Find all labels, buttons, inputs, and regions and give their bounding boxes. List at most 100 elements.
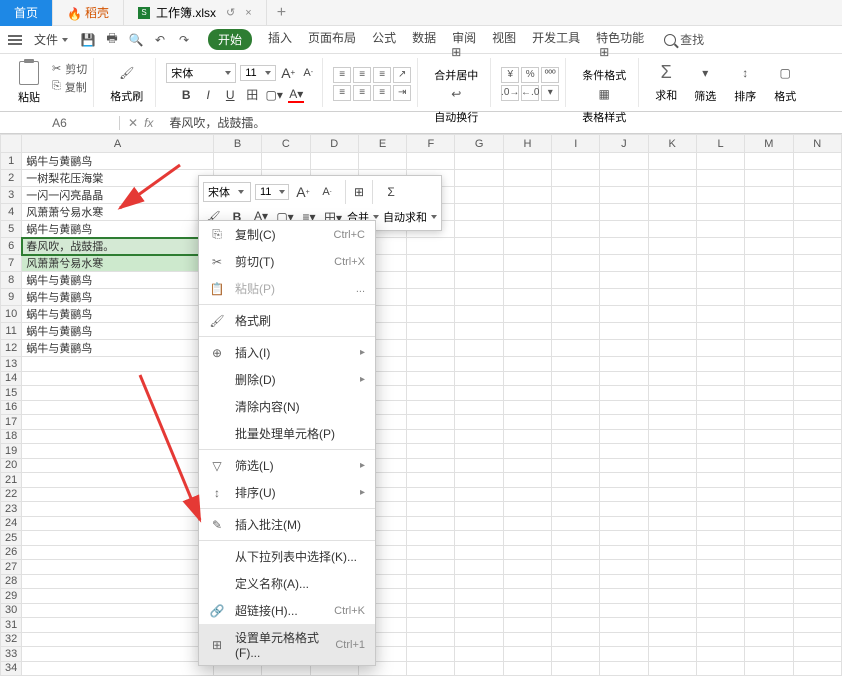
cell[interactable]	[552, 632, 600, 647]
cell[interactable]	[648, 618, 696, 633]
preview-icon[interactable]: 🔍	[128, 32, 144, 48]
cell[interactable]	[407, 560, 455, 575]
cell[interactable]	[696, 473, 744, 488]
cell[interactable]: 蜗牛与黄鹂鸟	[22, 323, 214, 340]
cell[interactable]	[503, 323, 551, 340]
cell[interactable]	[696, 545, 744, 560]
cell[interactable]	[503, 618, 551, 633]
cell[interactable]	[745, 153, 793, 170]
currency-icon[interactable]: ¥	[501, 67, 519, 83]
cell[interactable]	[745, 357, 793, 372]
cell[interactable]	[503, 502, 551, 517]
cell[interactable]	[793, 187, 841, 204]
cell[interactable]	[648, 545, 696, 560]
cell[interactable]	[552, 238, 600, 255]
col-header-a[interactable]: A	[22, 135, 214, 153]
cell[interactable]	[552, 323, 600, 340]
cell[interactable]	[552, 289, 600, 306]
tab-daoke[interactable]: 🔥 稻壳	[53, 0, 124, 26]
cell[interactable]	[455, 444, 503, 459]
bold-button[interactable]: B	[178, 87, 194, 103]
cell[interactable]	[407, 386, 455, 401]
cell[interactable]	[793, 400, 841, 415]
row-header[interactable]: 9	[1, 289, 22, 306]
cell[interactable]	[793, 603, 841, 618]
cell[interactable]	[22, 545, 214, 560]
format-button[interactable]: ▢ 格式	[767, 62, 803, 104]
cell[interactable]	[648, 153, 696, 170]
cell[interactable]	[600, 632, 648, 647]
cell[interactable]	[696, 386, 744, 401]
cell[interactable]	[22, 473, 214, 488]
font-name-select[interactable]: 宋体	[166, 63, 236, 83]
menu-insert[interactable]: ⊕ 插入(I) ▸	[199, 339, 375, 366]
cell[interactable]	[407, 589, 455, 604]
italic-button[interactable]: I	[200, 87, 216, 103]
cell[interactable]	[696, 574, 744, 589]
cell[interactable]	[552, 603, 600, 618]
menu-from-dropdown[interactable]: 从下拉列表中选择(K)...	[199, 543, 375, 570]
cell[interactable]	[552, 221, 600, 238]
align-right-icon[interactable]: ≡	[373, 85, 391, 101]
decimal-inc-icon[interactable]: .0→	[501, 85, 519, 101]
font-size-select[interactable]: 11	[240, 65, 276, 81]
cell[interactable]	[552, 272, 600, 289]
cell[interactable]	[696, 371, 744, 386]
cell[interactable]	[793, 618, 841, 633]
cell[interactable]	[552, 502, 600, 517]
cell[interactable]	[455, 340, 503, 357]
cell[interactable]	[600, 340, 648, 357]
cell[interactable]	[696, 204, 744, 221]
row-header[interactable]: 10	[1, 306, 22, 323]
menu-define-name[interactable]: 定义名称(A)...	[199, 570, 375, 597]
cell[interactable]	[22, 386, 214, 401]
row-header[interactable]: 24	[1, 516, 22, 531]
cell[interactable]	[745, 647, 793, 662]
cell[interactable]	[455, 371, 503, 386]
cell[interactable]	[745, 371, 793, 386]
cell[interactable]	[503, 306, 551, 323]
cell[interactable]	[648, 371, 696, 386]
row-header[interactable]: 4	[1, 204, 22, 221]
cell[interactable]	[793, 340, 841, 357]
cell[interactable]	[552, 400, 600, 415]
cell[interactable]	[600, 170, 648, 187]
row-header[interactable]: 6	[1, 238, 22, 255]
mini-merge-button[interactable]: ⊞	[354, 183, 364, 201]
cell[interactable]	[648, 603, 696, 618]
sort-button[interactable]: ↕ 排序	[727, 62, 763, 104]
paste-button[interactable]: 粘贴	[12, 61, 46, 105]
comma-icon[interactable]: ººº	[541, 67, 559, 83]
cell[interactable]	[648, 516, 696, 531]
cell[interactable]	[552, 340, 600, 357]
cell[interactable]	[600, 306, 648, 323]
cell[interactable]	[455, 386, 503, 401]
row-header[interactable]: 23	[1, 502, 22, 517]
cell[interactable]	[696, 255, 744, 272]
cell[interactable]	[793, 289, 841, 306]
cell[interactable]	[407, 306, 455, 323]
cell[interactable]	[552, 560, 600, 575]
cell[interactable]	[407, 574, 455, 589]
cell[interactable]	[503, 386, 551, 401]
select-all-corner[interactable]	[1, 135, 22, 153]
cell[interactable]	[455, 255, 503, 272]
cell[interactable]	[552, 574, 600, 589]
cell[interactable]	[22, 415, 214, 430]
cell[interactable]	[600, 458, 648, 473]
row-header[interactable]: 25	[1, 531, 22, 546]
cell[interactable]	[600, 589, 648, 604]
cell[interactable]	[696, 458, 744, 473]
cell[interactable]	[455, 400, 503, 415]
cell[interactable]	[793, 386, 841, 401]
cell[interactable]	[696, 340, 744, 357]
cell[interactable]	[503, 153, 551, 170]
row-header[interactable]: 33	[1, 647, 22, 662]
cell[interactable]	[600, 487, 648, 502]
cell[interactable]	[745, 415, 793, 430]
cell[interactable]	[600, 357, 648, 372]
file-menu[interactable]: 文件	[28, 31, 74, 48]
row-header[interactable]: 27	[1, 560, 22, 575]
mini-font-select[interactable]: 宋体	[203, 182, 251, 202]
cell[interactable]	[407, 473, 455, 488]
